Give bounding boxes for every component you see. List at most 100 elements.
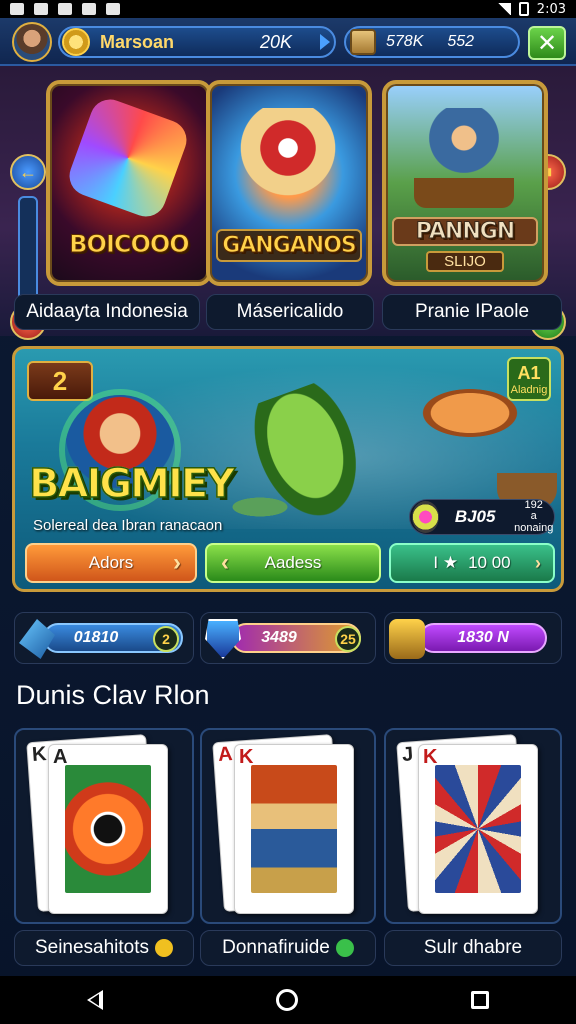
button-label: Aadess — [264, 553, 322, 572]
notification-icon — [82, 3, 96, 15]
notification-icon — [106, 3, 120, 15]
card-label-text: Seinesahitots — [34, 937, 150, 958]
notification-icon — [10, 3, 24, 15]
currency-shield[interactable]: 3489 25 — [200, 612, 376, 664]
game-title: GANGANOS — [216, 229, 362, 262]
game-title: PANNGN — [392, 217, 538, 246]
arrow-right-icon — [320, 34, 330, 50]
orange-fish-icon — [415, 385, 525, 441]
gem-icon — [412, 501, 439, 533]
coin-icon — [62, 28, 90, 56]
status-icons-right: 2:03 — [496, 1, 566, 17]
cash-value-secondary: 552 — [447, 33, 475, 50]
top-bar: Marsoan 20K 578K 552 ✕ — [0, 18, 576, 66]
corner-badge-title: A1 — [517, 363, 541, 383]
status-dot-icon — [335, 939, 354, 957]
chevron-right-icon: › — [535, 552, 541, 573]
game-art-icon — [238, 108, 338, 208]
cash-balance[interactable]: 578K 552 — [344, 26, 520, 58]
card-game-tile[interactable]: A K — [200, 728, 376, 924]
gold-balance[interactable]: Marsoan 20K — [58, 26, 336, 58]
playing-card-icon: A — [48, 744, 168, 914]
home-icon[interactable] — [275, 989, 298, 1011]
status-time: 2:03 — [536, 1, 566, 17]
banner-description: Solereal dea Ibran ranacaon — [33, 517, 223, 534]
carousel-prev-button[interactable]: ← — [10, 154, 46, 190]
card-rank: A — [217, 743, 234, 766]
close-button[interactable]: ✕ — [528, 26, 566, 60]
balance-side-top: 192 — [524, 498, 543, 511]
game-art-icon — [414, 108, 514, 208]
button-label: Adors — [88, 553, 134, 572]
system-nav-bar — [0, 976, 576, 1024]
card-rank: A — [53, 746, 68, 768]
carousel-rail — [18, 196, 38, 306]
gold-value: 20K — [260, 31, 293, 52]
currency-add-button[interactable]: 2 — [153, 626, 179, 652]
star-icon: I ★ — [433, 553, 459, 572]
banner-button-adors[interactable]: Adors › — [25, 543, 197, 583]
balance-side-bottom: a nonaing — [514, 510, 554, 534]
card-art — [65, 765, 151, 893]
currency-value: 1830 N — [457, 629, 509, 646]
player-name: Marsoan — [100, 31, 175, 52]
banner-balance: BJ05 192 a nonaing — [409, 499, 555, 535]
section-title: Dunis Clav Rlon — [16, 680, 210, 710]
game-subtitle: SLIJO — [426, 251, 504, 272]
promo-banner[interactable]: 2 A1 Aladnig BAIGMIEY Solereal dea Ibran… — [12, 346, 564, 592]
featured-game-card[interactable]: BOICOOO — [46, 80, 212, 286]
featured-label[interactable]: Aidaayta Indonesia — [14, 294, 200, 330]
chevron-left-icon: ‹ — [221, 549, 229, 576]
banner-button-aadess[interactable]: ‹ Aadess — [205, 543, 381, 583]
featured-game-card[interactable]: PANNGN SLIJO — [382, 80, 548, 286]
game-title: BOICOOO — [69, 230, 190, 259]
close-icon: ✕ — [536, 29, 558, 57]
card-game-label[interactable]: Sulr dhabre — [384, 930, 562, 966]
card-rank: J — [401, 743, 414, 766]
scroll-icon — [350, 29, 376, 55]
banner-button-star[interactable]: I ★ 10 00 › — [389, 543, 555, 583]
balance-side: 192 a nonaing — [513, 498, 554, 535]
banner-badge: 2 — [27, 361, 93, 401]
card-rank: K — [423, 746, 438, 768]
signal-icon — [496, 3, 511, 15]
status-icons-left — [10, 3, 120, 15]
balance-value: BJ05 — [454, 507, 496, 526]
status-bar: 2:03 — [0, 0, 576, 18]
avatar[interactable] — [12, 22, 52, 62]
banner-title: BAIGMIEY — [28, 460, 236, 508]
card-game-label[interactable]: Donnafiruide — [200, 930, 376, 966]
battery-icon — [518, 2, 529, 16]
card-rank: K — [239, 746, 254, 768]
currency-value: 01810 — [73, 629, 119, 646]
notification-icon — [58, 3, 72, 15]
game-art-icon — [63, 93, 193, 223]
cash-value: 578K — [386, 33, 424, 50]
card-art — [251, 765, 337, 893]
card-label-text: Donnafiruide — [222, 937, 330, 958]
button-label: 10 00 — [468, 553, 511, 572]
playing-card-icon: K — [418, 744, 538, 914]
card-art — [435, 765, 521, 893]
small-fish-icon — [225, 495, 295, 519]
playing-card-icon: K — [234, 744, 354, 914]
currency-add-button[interactable]: 25 — [335, 626, 361, 652]
currency-bar: 1830 N — [419, 623, 547, 653]
card-label-text: Sulr dhabre — [423, 937, 523, 958]
card-game-label[interactable]: Seinesahitots — [14, 930, 194, 966]
notification-icon — [34, 3, 48, 15]
currency-crystal[interactable]: 01810 2 — [14, 612, 194, 664]
back-icon[interactable] — [86, 990, 103, 1010]
featured-label[interactable]: Másericalido — [206, 294, 374, 330]
currency-value: 3489 — [261, 629, 297, 646]
recent-apps-icon[interactable] — [471, 991, 490, 1009]
card-game-tile[interactable]: K A — [14, 728, 194, 924]
status-dot-icon — [155, 939, 174, 957]
barrel-icon — [389, 619, 425, 659]
featured-label[interactable]: Pranie IPaole — [382, 294, 562, 330]
currency-barrel[interactable]: 1830 N — [384, 612, 562, 664]
card-game-tile[interactable]: J K — [384, 728, 562, 924]
shield-icon — [205, 619, 241, 659]
card-rank: K — [31, 743, 48, 766]
featured-game-card[interactable]: GANGANOS — [206, 80, 372, 286]
